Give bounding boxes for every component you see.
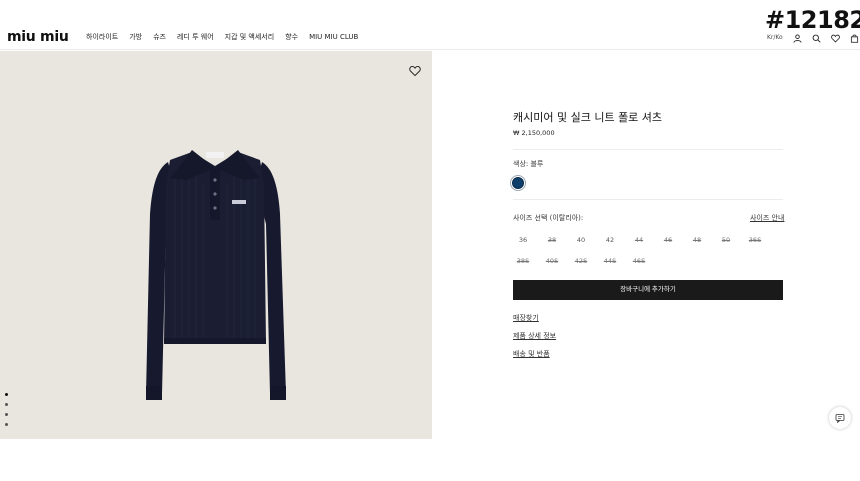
heart-icon[interactable] (831, 33, 841, 43)
product-title: 캐시미어 및 실크 니트 폴로 셔츠 (513, 111, 663, 124)
nav-item-fragrance[interactable]: 향수 (285, 33, 298, 42)
search-icon[interactable] (812, 33, 822, 43)
chat-icon (835, 414, 845, 423)
product-image-panel[interactable] (0, 51, 432, 439)
size-option-unavailable[interactable]: 38 (541, 236, 563, 245)
size-option-unavailable[interactable]: 42S (570, 257, 592, 266)
size-option-unavailable[interactable]: 46 (657, 236, 679, 245)
nav-item-highlights[interactable]: 하이라이트 (86, 33, 118, 42)
header-tools: Kr/Ko (767, 33, 860, 43)
store-locator-link[interactable]: 매장찾기 (513, 314, 539, 323)
shipping-returns-link[interactable]: 배송 및 반품 (513, 350, 550, 359)
size-label: 사이즈 선택 (이탈리아): (513, 214, 584, 222)
size-option-unavailable[interactable]: 40S (541, 257, 563, 266)
color-swatch-blue[interactable] (512, 177, 524, 189)
nav-item-miu-miu-club[interactable]: MIU MIU CLUB (309, 33, 358, 42)
user-icon[interactable] (793, 33, 803, 43)
main-nav: 하이라이트 가방 슈즈 레디 투 웨어 지갑 및 액세서리 향수 MIU MIU… (86, 33, 369, 42)
language-selector[interactable]: Kr/Ko (767, 34, 783, 42)
chat-button[interactable] (829, 407, 851, 429)
nav-item-shoes[interactable]: 슈즈 (153, 33, 166, 42)
color-label: 색상: 블루 (513, 160, 544, 168)
bag-icon[interactable] (850, 33, 860, 43)
carousel-dot[interactable] (5, 423, 8, 426)
size-guide-link[interactable]: 사이즈 안내 (750, 214, 784, 223)
nav-item-ready-to-wear[interactable]: 레디 투 웨어 (177, 33, 214, 42)
polo-shirt-image (146, 150, 286, 400)
carousel-dots (5, 393, 8, 426)
size-option-unavailable[interactable]: 44S (599, 257, 621, 266)
wishlist-heart-icon[interactable] (409, 62, 421, 77)
carousel-dot[interactable] (5, 393, 8, 396)
size-option-unavailable[interactable]: 38S (512, 257, 534, 266)
size-option[interactable]: 36 (512, 236, 534, 245)
carousel-dot[interactable] (5, 413, 8, 416)
site-header: miu miu 하이라이트 가방 슈즈 레디 투 웨어 지갑 및 액세서리 향수… (0, 0, 860, 50)
nav-item-bags[interactable]: 가방 (129, 33, 142, 42)
divider (513, 199, 783, 200)
size-option-unavailable[interactable]: 44 (628, 236, 650, 245)
carousel-dot[interactable] (5, 403, 8, 406)
size-option-unavailable[interactable]: 50 (715, 236, 737, 245)
size-option[interactable]: 40 (570, 236, 592, 245)
size-option-unavailable[interactable]: 36S (744, 236, 766, 245)
add-to-cart-button[interactable]: 장바구니에 추가하기 (513, 280, 783, 300)
nav-item-wallets-accessories[interactable]: 지갑 및 액세서리 (225, 33, 275, 42)
brand-logo[interactable]: miu miu (7, 29, 69, 45)
size-option[interactable]: 42 (599, 236, 621, 245)
watermark-id: #12182 (765, 6, 860, 34)
product-details-link[interactable]: 제품 상세 정보 (513, 332, 556, 341)
divider (513, 149, 783, 150)
product-price: ₩ 2,150,000 (513, 129, 555, 137)
size-option-unavailable[interactable]: 46S (628, 257, 650, 266)
size-option-unavailable[interactable]: 48 (686, 236, 708, 245)
